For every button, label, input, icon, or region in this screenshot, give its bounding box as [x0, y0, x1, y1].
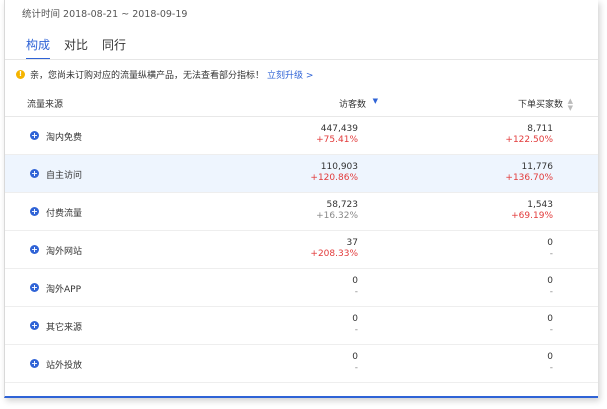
buyers-change: -: [549, 249, 553, 259]
tab-divider: [5, 59, 598, 60]
buyers-cell: 1,543 +69.19%: [511, 200, 553, 222]
visitors-cell: 0 -: [352, 314, 358, 336]
plus-circle-icon[interactable]: +: [30, 131, 39, 140]
plus-circle-icon[interactable]: +: [30, 207, 39, 216]
visitors-cell: 0 -: [352, 352, 358, 374]
table-body: + 淘内免费 447,439 +75.41% 8,711 +122.50% + …: [5, 117, 598, 383]
visitors-change: +208.33%: [310, 249, 358, 259]
visitors-value: 0: [352, 314, 358, 324]
visitors-change: +75.41%: [316, 135, 358, 145]
table-row[interactable]: + 淘外APP 0 - 0 -: [5, 269, 598, 307]
column-header-visitors[interactable]: 访客数 ▼: [338, 97, 378, 111]
table-row[interactable]: + 淘内免费 447,439 +75.41% 8,711 +122.50%: [5, 117, 598, 155]
buyers-cell: 0 -: [547, 314, 553, 336]
source-label: 自主访问: [46, 171, 83, 181]
tab-peers[interactable]: 同行: [102, 36, 126, 58]
buyers-value: 1,543: [527, 200, 553, 210]
sort-icon[interactable]: ▲ ▼: [568, 98, 573, 112]
visitors-change: +16.32%: [316, 211, 358, 221]
table-row[interactable]: + 自主访问 110,903 +120.86% 11,776 +136.70%: [5, 155, 598, 193]
sort-desc-icon[interactable]: ▼: [373, 98, 378, 105]
visitors-value: 110,903: [320, 162, 358, 172]
visitors-cell: 37 +208.33%: [310, 238, 358, 260]
visitors-cell: 0 -: [352, 276, 358, 298]
source-label: 淘外APP: [46, 285, 82, 295]
plus-circle-icon[interactable]: +: [30, 245, 39, 254]
source-label: 其它来源: [46, 323, 83, 333]
buyers-cell: 11,776 +136.70%: [505, 162, 553, 184]
traffic-source-panel: 统计时间 2018-08-21 ~ 2018-09-19 构成 对比 同行 ! …: [4, 0, 598, 398]
table-row[interactable]: + 淘外网站 37 +208.33% 0 -: [5, 231, 598, 269]
buyers-value: 0: [547, 276, 553, 286]
visitors-value: 0: [352, 276, 358, 286]
buyers-change: -: [549, 325, 553, 335]
column-header-buyers[interactable]: 下单买家数 ▲ ▼: [517, 97, 573, 112]
table-row[interactable]: + 站外投放 0 - 0 -: [5, 345, 598, 383]
column-header-source: 流量来源: [27, 100, 64, 110]
source-label: 站外投放: [46, 361, 83, 371]
plus-circle-icon[interactable]: +: [30, 283, 39, 292]
buyers-change: +122.50%: [505, 135, 553, 145]
buyers-change: +69.19%: [511, 211, 553, 221]
buyers-change: -: [549, 363, 553, 373]
upgrade-notice: ! 亲，您尚未订购对应的流量纵横产品，无法查看部分指标！ 立刻升级 >: [16, 67, 313, 81]
plus-circle-icon[interactable]: +: [30, 169, 39, 178]
tab-composition[interactable]: 构成: [26, 36, 51, 60]
buyers-change: +136.70%: [505, 173, 553, 183]
visitors-cell: 447,439 +75.41%: [316, 124, 358, 146]
column-header-buyers-label: 下单买家数: [517, 100, 563, 110]
visitors-value: 447,439: [320, 124, 358, 134]
plus-circle-icon[interactable]: +: [30, 321, 39, 330]
tab-comparison[interactable]: 对比: [64, 36, 88, 58]
buyers-cell: 0 -: [547, 352, 553, 374]
visitors-change: -: [354, 363, 358, 373]
notice-text: 亲，您尚未订购对应的流量纵横产品，无法查看部分指标！: [30, 70, 265, 81]
visitors-change: -: [354, 287, 358, 297]
source-label: 淘外网站: [46, 247, 83, 257]
source-label: 淘内免费: [46, 133, 83, 143]
buyers-value: 0: [547, 238, 553, 248]
buyers-value: 11,776: [521, 162, 554, 172]
buyers-cell: 0 -: [547, 276, 553, 298]
buyers-change: -: [549, 287, 553, 297]
buyers-cell: 0 -: [547, 238, 553, 260]
source-label: 付费流量: [46, 209, 83, 219]
column-header-visitors-label: 访客数: [338, 100, 366, 110]
visitors-cell: 58,723 +16.32%: [316, 200, 358, 222]
visitors-value: 58,723: [326, 200, 359, 210]
tab-bar: 构成 对比 同行: [26, 36, 140, 60]
visitors-change: -: [354, 325, 358, 335]
upgrade-link[interactable]: 立刻升级 >: [267, 68, 313, 81]
buyers-value: 0: [547, 352, 553, 362]
table-row[interactable]: + 其它来源 0 - 0 -: [5, 307, 598, 345]
warning-icon: !: [16, 69, 25, 79]
buyers-cell: 8,711 +122.50%: [505, 124, 553, 146]
visitors-value: 0: [352, 352, 358, 362]
buyers-value: 8,711: [527, 124, 553, 134]
buyers-value: 0: [547, 314, 553, 324]
table-row[interactable]: + 付费流量 58,723 +16.32% 1,543 +69.19%: [5, 193, 598, 231]
table-header: 流量来源 访客数 ▼ 下单买家数 ▲ ▼: [5, 86, 598, 117]
visitors-cell: 110,903 +120.86%: [310, 162, 358, 184]
visitors-value: 37: [346, 238, 358, 248]
stats-period: 统计时间 2018-08-21 ~ 2018-09-19: [22, 9, 188, 20]
plus-circle-icon[interactable]: +: [30, 359, 39, 368]
visitors-change: +120.86%: [310, 173, 358, 183]
